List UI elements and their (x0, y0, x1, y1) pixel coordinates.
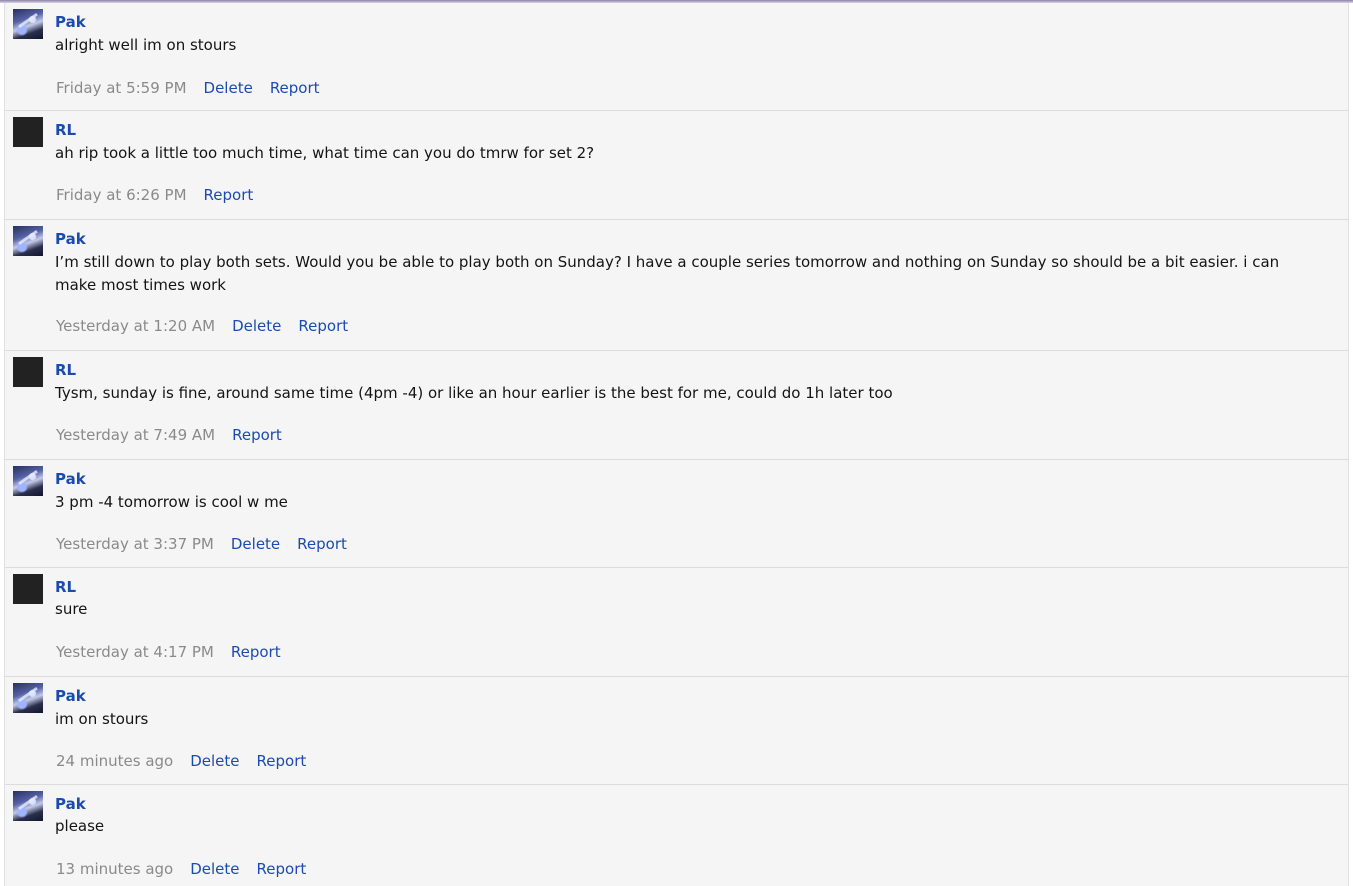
message-text: ah rip took a little too much time, what… (55, 144, 595, 162)
timestamp: Yesterday at 1:20 AM (56, 317, 216, 335)
avatar[interactable] (13, 117, 43, 147)
timestamp: Yesterday at 4:17 PM (56, 643, 214, 661)
message-meta: Yesterday at 1:20 AM Delete Report (56, 317, 348, 335)
report-button[interactable]: Report (257, 860, 307, 878)
delete-button[interactable]: Delete (231, 535, 280, 553)
message-item: RL ah rip took a little too much time, w… (5, 111, 1348, 220)
report-button[interactable]: Report (204, 186, 254, 204)
message-meta: Friday at 5:59 PM Delete Report (56, 79, 320, 97)
author-name[interactable]: RL (55, 361, 76, 379)
message-text: alright well im on stours (55, 36, 237, 54)
report-button[interactable]: Report (257, 752, 307, 770)
delete-button[interactable]: Delete (232, 317, 281, 335)
avatar[interactable] (13, 574, 43, 604)
message-item: Pak 3 pm -4 tomorrow is cool w me Yester… (5, 460, 1348, 568)
message-item: Pak I’m still down to play both sets. Wo… (5, 220, 1348, 351)
author-name[interactable]: Pak (55, 470, 86, 488)
timestamp: Yesterday at 3:37 PM (56, 535, 214, 553)
report-button[interactable]: Report (231, 643, 281, 661)
message-meta: 13 minutes ago Delete Report (56, 860, 306, 878)
delete-button[interactable]: Delete (204, 79, 253, 97)
delete-button[interactable]: Delete (190, 860, 239, 878)
timestamp: 13 minutes ago (56, 860, 174, 878)
message-item: Pak alright well im on stours Friday at … (5, 3, 1348, 111)
avatar[interactable] (13, 683, 43, 713)
message-meta: Yesterday at 3:37 PM Delete Report (56, 535, 347, 553)
message-meta: Yesterday at 7:49 AM Report (56, 426, 282, 444)
message-item: RL sure Yesterday at 4:17 PM Report (5, 568, 1348, 677)
message-text: sure (55, 600, 88, 618)
message-text: im on stours (55, 710, 149, 728)
author-name[interactable]: Pak (55, 795, 86, 813)
author-name[interactable]: Pak (55, 230, 86, 248)
timestamp: Friday at 6:26 PM (56, 186, 187, 204)
author-name[interactable]: Pak (55, 13, 86, 31)
report-button[interactable]: Report (270, 79, 320, 97)
author-name[interactable]: Pak (55, 687, 86, 705)
message-meta: Yesterday at 4:17 PM Report (56, 643, 281, 661)
timestamp: 24 minutes ago (56, 752, 174, 770)
message-text: 3 pm -4 tomorrow is cool w me (55, 493, 288, 511)
avatar[interactable] (13, 226, 43, 256)
avatar[interactable] (13, 357, 43, 387)
message-text: please (55, 817, 105, 835)
message-text: Tysm, sunday is fine, around same time (… (55, 384, 893, 402)
delete-button[interactable]: Delete (190, 752, 239, 770)
message-item: Pak please 13 minutes ago Delete Report (5, 785, 1348, 886)
message-item: Pak im on stours 24 minutes ago Delete Rep… (5, 677, 1348, 785)
report-button[interactable]: Report (297, 535, 347, 553)
avatar[interactable] (13, 791, 43, 821)
message-meta: Friday at 6:26 PM Report (56, 186, 253, 204)
message-meta: 24 minutes ago Delete Report (56, 752, 306, 770)
timestamp: Friday at 5:59 PM (56, 79, 187, 97)
avatar[interactable] (13, 466, 43, 496)
author-name[interactable]: RL (55, 578, 76, 596)
report-button[interactable]: Report (232, 426, 282, 444)
report-button[interactable]: Report (298, 317, 348, 335)
author-name[interactable]: RL (55, 121, 76, 139)
message-feed: Pak alright well im on stours Friday at … (4, 3, 1349, 886)
avatar[interactable] (13, 9, 43, 39)
message-item: RL Tysm, sunday is fine, around same tim… (5, 351, 1348, 460)
message-text: I’m still down to play both sets. Would … (55, 253, 1280, 294)
timestamp: Yesterday at 7:49 AM (56, 426, 216, 444)
